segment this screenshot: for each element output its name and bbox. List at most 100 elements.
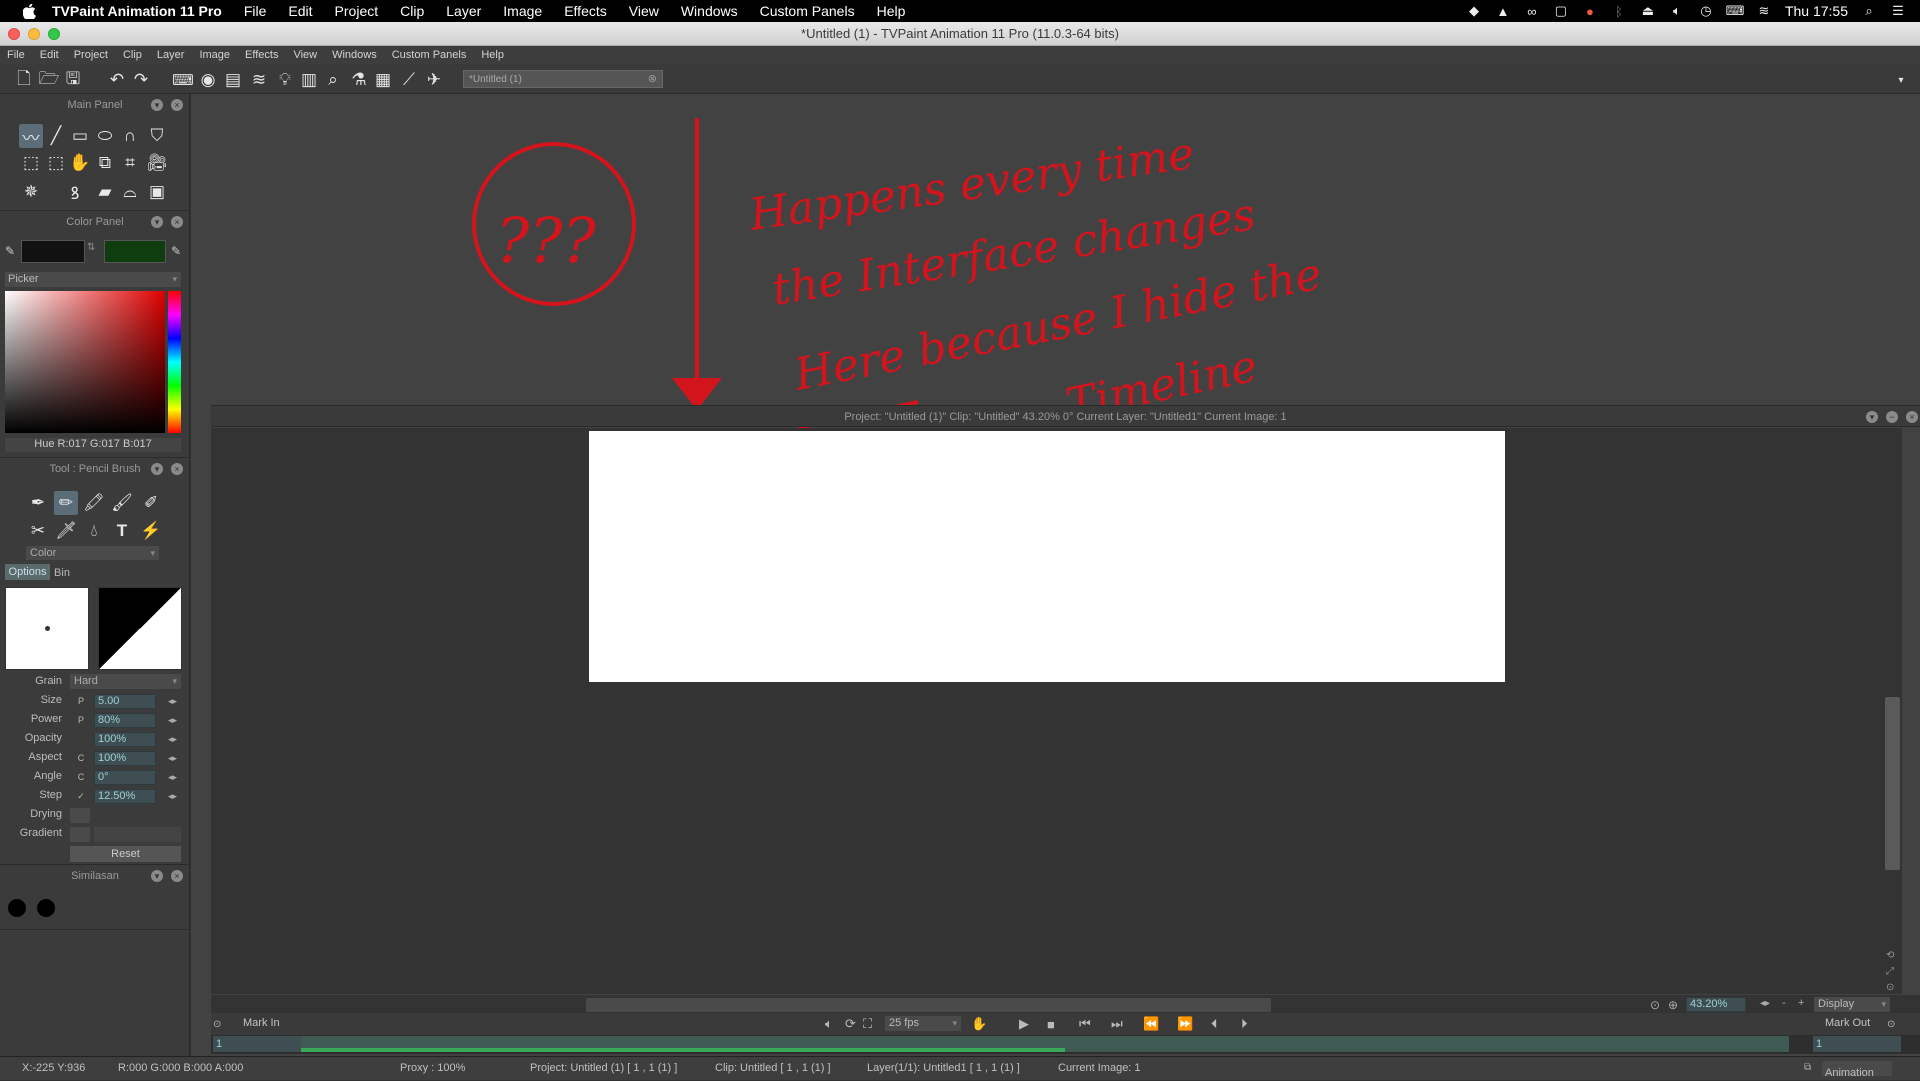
warp-icon[interactable]: ✵: [19, 180, 43, 204]
horizontal-scrollbar[interactable]: [586, 998, 1271, 1012]
menu-project[interactable]: Project: [335, 3, 379, 19]
fullscreen-icon[interactable]: ⛶: [863, 1015, 872, 1033]
prev-frame-icon[interactable]: ⏪: [1143, 1015, 1159, 1033]
layers-icon[interactable]: ≋: [248, 69, 270, 91]
save-icon[interactable]: 🖫︎: [62, 69, 84, 91]
ellipse-tool-icon[interactable]: ⬭: [93, 124, 117, 148]
swap-colors-icon[interactable]: ⇅: [87, 242, 95, 253]
light-icon[interactable]: 💡︎: [274, 69, 296, 91]
stop-icon[interactable]: ■: [1047, 1015, 1055, 1033]
eject-icon[interactable]: ⏏: [1640, 3, 1656, 19]
panel-close-icon[interactable]: ×: [171, 870, 183, 882]
slider-arrows-icon[interactable]: ◂▸: [168, 772, 177, 783]
panel-close-icon[interactable]: ×: [1906, 411, 1918, 423]
paint-brush-icon[interactable]: 🖌︎: [110, 491, 134, 515]
slider-arrows-icon[interactable]: ◂▸: [168, 696, 177, 707]
menu-clip[interactable]: Clip: [400, 3, 424, 19]
slider-arrows-icon[interactable]: ◂▸: [168, 753, 177, 764]
saturation-value-picker[interactable]: [5, 291, 165, 433]
menu-custom-panels[interactable]: Custom Panels: [760, 3, 855, 19]
app-menu-project[interactable]: Project: [74, 49, 108, 61]
freehand-tool-icon[interactable]: 〰: [19, 124, 43, 148]
app-menu-file[interactable]: File: [7, 49, 25, 61]
minimize-window-button[interactable]: [28, 28, 40, 40]
play-icon[interactable]: ▶: [1019, 1015, 1029, 1033]
brush-icon[interactable]: ⌓: [118, 180, 142, 204]
keyboard-icon[interactable]: ⌨: [1726, 3, 1745, 19]
pressure-toggle[interactable]: P: [73, 713, 89, 728]
app-menu-windows[interactable]: Windows: [332, 49, 377, 61]
app-menu-effects[interactable]: Effects: [245, 49, 278, 61]
panel-menu-icon[interactable]: ▾: [151, 870, 163, 882]
rotate-icon[interactable]: ⟲: [1886, 950, 1894, 961]
menu-file[interactable]: File: [244, 3, 267, 19]
notification-center-icon[interactable]: ☰: [1890, 3, 1906, 19]
timeline-icon[interactable]: ▥: [298, 69, 320, 91]
app-name[interactable]: TVPaint Animation 11 Pro: [52, 3, 222, 19]
mirror-icon[interactable]: ⤢: [1886, 966, 1894, 977]
workspace-icon[interactable]: ⧉: [1804, 1062, 1811, 1073]
creative-cloud-icon[interactable]: ∞: [1524, 3, 1540, 19]
primary-color-swatch[interactable]: [21, 240, 85, 263]
volume-icon[interactable]: 🔈︎: [1669, 3, 1685, 19]
workspace-mode-select[interactable]: Animation: [1822, 1061, 1892, 1079]
window-icon[interactable]: ▢: [1553, 3, 1569, 19]
smudge-icon[interactable]: ꝸ: [63, 180, 87, 204]
opacity-field[interactable]: 100%: [94, 732, 156, 747]
aspect-field[interactable]: 100%: [94, 751, 156, 766]
panel-menu-icon[interactable]: ▾: [151, 216, 163, 228]
drying-toggle[interactable]: [70, 808, 90, 823]
open-folder-icon[interactable]: 🗁︎: [38, 69, 60, 91]
end-frame-field[interactable]: 1: [1813, 1036, 1901, 1052]
undo-icon[interactable]: ↶: [106, 69, 128, 91]
eyedropper-icon[interactable]: ✎: [171, 244, 181, 258]
vertical-scroll-thumb[interactable]: [1885, 697, 1900, 870]
stack-icon[interactable]: ▦: [372, 69, 394, 91]
brush-preset-swatch[interactable]: [37, 899, 55, 917]
magic-select-icon[interactable]: ⬚: [44, 151, 68, 175]
mark-in-label[interactable]: Mark In: [243, 1017, 280, 1029]
fill-tool-icon[interactable]: ⛉: [145, 124, 169, 148]
pressure-toggle[interactable]: C: [73, 751, 89, 766]
app-menu-help[interactable]: Help: [481, 49, 504, 61]
first-frame-icon[interactable]: ⏮: [1079, 1015, 1091, 1033]
canvas-paper[interactable]: [589, 431, 1505, 682]
apple-icon[interactable]: [18, 0, 40, 22]
crop-icon[interactable]: ⌗: [118, 151, 142, 175]
pressure-toggle[interactable]: P: [73, 694, 89, 709]
tab-bin[interactable]: Bin: [51, 566, 73, 580]
panel-menu-icon[interactable]: ▾: [1866, 411, 1878, 423]
new-document-icon[interactable]: 🗋︎: [13, 69, 35, 91]
gradient-toggle[interactable]: [70, 827, 90, 842]
marker-brush-icon[interactable]: 🖍︎: [82, 491, 106, 515]
lasso-select-icon[interactable]: ⬚: [19, 151, 43, 175]
graph-icon[interactable]: ⟋: [398, 69, 420, 91]
power-field[interactable]: 80%: [94, 713, 156, 728]
redo-icon[interactable]: ↷: [130, 69, 152, 91]
loop-icon[interactable]: ⊙: [1887, 1015, 1895, 1033]
pen-brush-icon[interactable]: ✒: [26, 491, 50, 515]
text-tool-icon[interactable]: T: [110, 519, 134, 543]
cutter-icon[interactable]: ✂: [26, 519, 50, 543]
pencil-brush-icon[interactable]: ✏: [54, 491, 78, 515]
app-menu-image[interactable]: Image: [199, 49, 230, 61]
zoom-in-icon[interactable]: +: [1798, 997, 1804, 1009]
paper-plane-icon[interactable]: ✈: [423, 69, 445, 91]
start-frame-field[interactable]: 1: [213, 1036, 301, 1052]
menu-effects[interactable]: Effects: [564, 3, 607, 19]
dropbox-icon[interactable]: ◆: [1466, 3, 1482, 19]
tab-options[interactable]: Options: [5, 564, 50, 580]
panel-close-icon[interactable]: ×: [171, 463, 183, 475]
color-wheel-icon[interactable]: ◉: [197, 69, 219, 91]
slider-arrows-icon[interactable]: ◂▸: [168, 734, 177, 745]
last-frame-icon[interactable]: ⏭: [1111, 1015, 1123, 1033]
water-drop-icon[interactable]: 💧︎: [82, 519, 106, 543]
paper-icon[interactable]: ▤: [222, 69, 244, 91]
rectangle-tool-icon[interactable]: ▭: [68, 124, 92, 148]
menu-edit[interactable]: Edit: [288, 3, 312, 19]
hue-slider[interactable]: [168, 291, 181, 433]
pan-hand-icon[interactable]: ✋: [68, 151, 92, 175]
menu-help[interactable]: Help: [877, 3, 906, 19]
menu-layer[interactable]: Layer: [446, 3, 481, 19]
app-menu-view[interactable]: View: [293, 49, 317, 61]
